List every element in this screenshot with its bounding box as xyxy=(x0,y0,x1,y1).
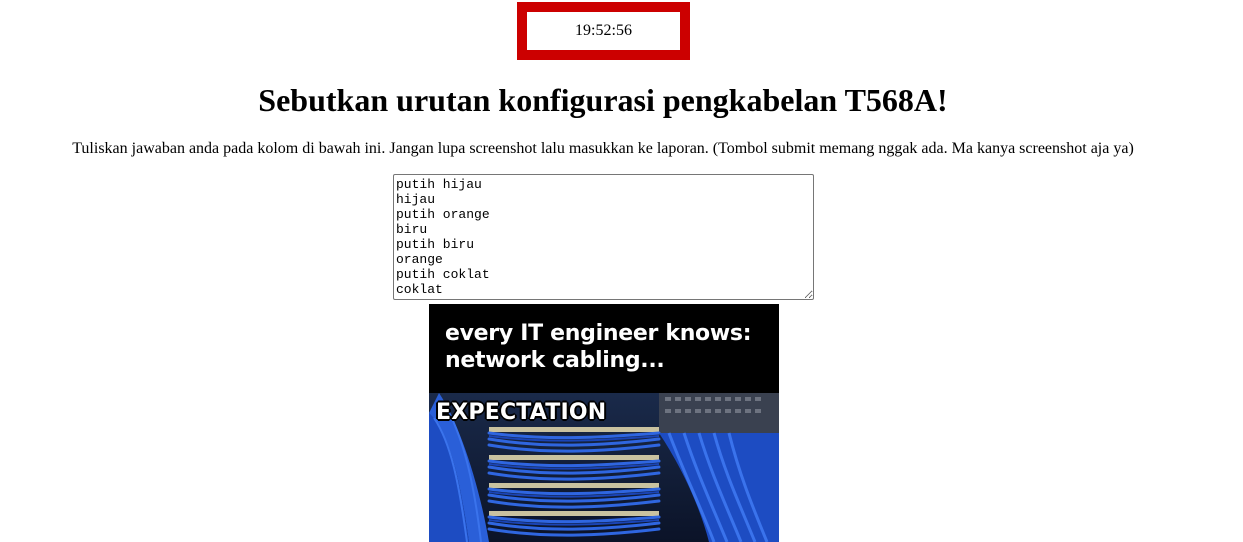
answer-textarea[interactable] xyxy=(393,174,814,300)
clock-time: 19:52:56 xyxy=(575,22,632,39)
instruction-text: Tuliskan jawaban anda pada kolom di bawa… xyxy=(72,140,1134,157)
page: 19:52:56 Sebutkan urutan konfigurasi pen… xyxy=(0,0,1243,542)
page-title: Sebutkan urutan konfigurasi pengkabelan … xyxy=(258,82,948,118)
meme-image: every IT engineer knows: network cabling… xyxy=(429,304,779,542)
clock-display: 19:52:56 xyxy=(517,2,690,60)
meme-caption: every IT engineer knows: network cabling… xyxy=(445,321,752,373)
meme-label: EXPECTATION xyxy=(436,400,607,425)
